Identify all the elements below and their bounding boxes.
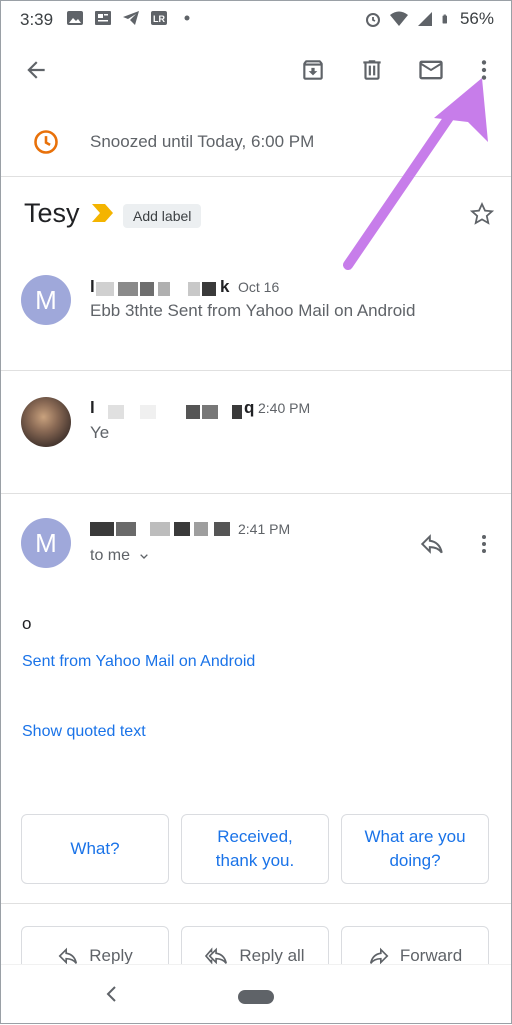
sender-name-suffix: k [220,277,230,296]
reply-label: Reply [89,946,133,965]
sender-name-prefix: l [90,398,95,417]
battery-icon [442,14,447,24]
telegram-icon [123,11,139,25]
show-quoted-text-link[interactable]: Show quoted text [22,723,146,741]
image-icon [67,11,83,25]
important-marker-icon[interactable] [92,204,114,222]
chevron-down-icon [140,554,148,559]
back-button[interactable] [12,44,60,96]
status-time: 3:39 [20,10,54,29]
message-collapsed-2[interactable]: l q 2:40 PM Ye [0,371,512,494]
message-snippet: Ye [90,423,110,442]
alarm-icon [365,13,380,27]
avatar: M [21,518,71,568]
signal-icon [417,12,432,26]
reply-all-label: Reply all [239,946,305,965]
message-time: 2:41 PM [238,521,291,537]
news-icon [95,11,111,25]
battery-percent: 56% [459,9,494,28]
smart-reply-3[interactable]: What are you doing? [341,814,489,884]
dot-icon [184,15,190,21]
reply-icon [420,534,443,554]
smart-reply-1[interactable]: What? [21,814,169,884]
svg-text:LR: LR [153,14,165,24]
status-bar: 3:39 LR 56% [0,0,512,38]
nav-back-icon[interactable] [104,983,120,1005]
subject-title: Tesy [24,198,80,228]
more-vert-icon [482,535,486,553]
wifi-icon [389,11,408,26]
annotation-arrow-icon [343,78,488,270]
avatar: M [21,275,71,325]
forward-label: Forward [399,946,463,965]
message-body: o [22,614,32,633]
notification-icons: LR [66,9,196,27]
clock-icon [34,130,58,154]
reply-button[interactable] [412,526,452,562]
message-time: 2:40 PM [258,400,311,416]
lightroom-icon: LR [151,11,167,25]
sender-name-prefix: l [90,277,95,296]
recipient-details-toggle[interactable]: to me [90,547,152,565]
add-label-button[interactable]: Add label [123,204,202,228]
message-snippet: Ebb 3thte Sent from Yahoo Mail on Androi… [90,301,416,320]
avatar [21,397,71,447]
signature-link[interactable]: Sent from Yahoo Mail on Android [22,653,255,671]
nav-home-pill[interactable] [238,990,274,1004]
system-nav-bar [0,964,512,1025]
back-icon [27,61,45,79]
message-time: Oct 16 [238,279,280,295]
snooze-text: Snoozed until Today, 6:00 PM [90,132,315,151]
system-icons: 56% [364,9,494,29]
smart-reply-2[interactable]: Received, thank you. [181,814,329,884]
message-more-button[interactable] [468,526,500,562]
divider [0,903,512,904]
recipient-text: to me [90,547,131,564]
archive-icon [303,60,323,80]
sender-name-suffix: q [244,398,255,417]
